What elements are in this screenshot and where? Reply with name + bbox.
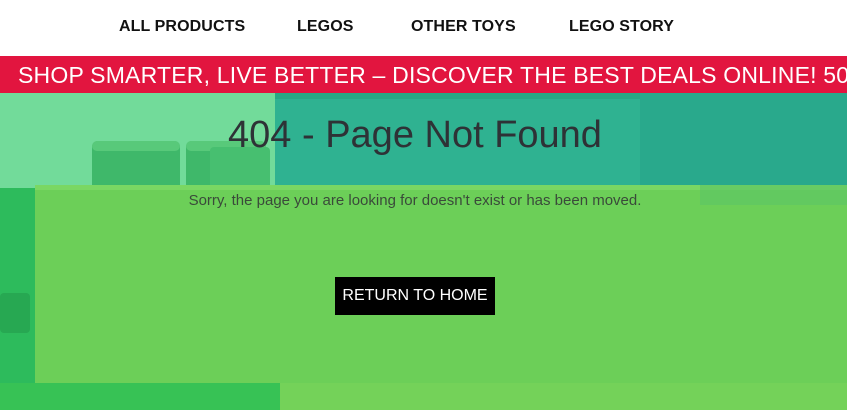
- return-home-button[interactable]: RETURN TO HOME: [335, 277, 495, 315]
- nav-item-other-toys[interactable]: OTHER TOYS: [411, 18, 516, 38]
- promo-banner-text: SHOP SMARTER, LIVE BETTER – DISCOVER THE…: [18, 62, 847, 88]
- error-title: 404 - Page Not Found: [228, 114, 602, 156]
- nav-item-all-products[interactable]: ALL PRODUCTS: [119, 18, 245, 38]
- promo-banner: SHOP SMARTER, LIVE BETTER – DISCOVER THE…: [0, 56, 847, 93]
- nav-item-legos[interactable]: LEGOS: [297, 18, 354, 38]
- error-message: Sorry, the page you are looking for does…: [188, 192, 642, 209]
- top-navigation: ALL PRODUCTS LEGOS OTHER TOYS LEGO STORY: [0, 0, 847, 56]
- nav-item-lego-story[interactable]: LEGO STORY: [569, 18, 674, 38]
